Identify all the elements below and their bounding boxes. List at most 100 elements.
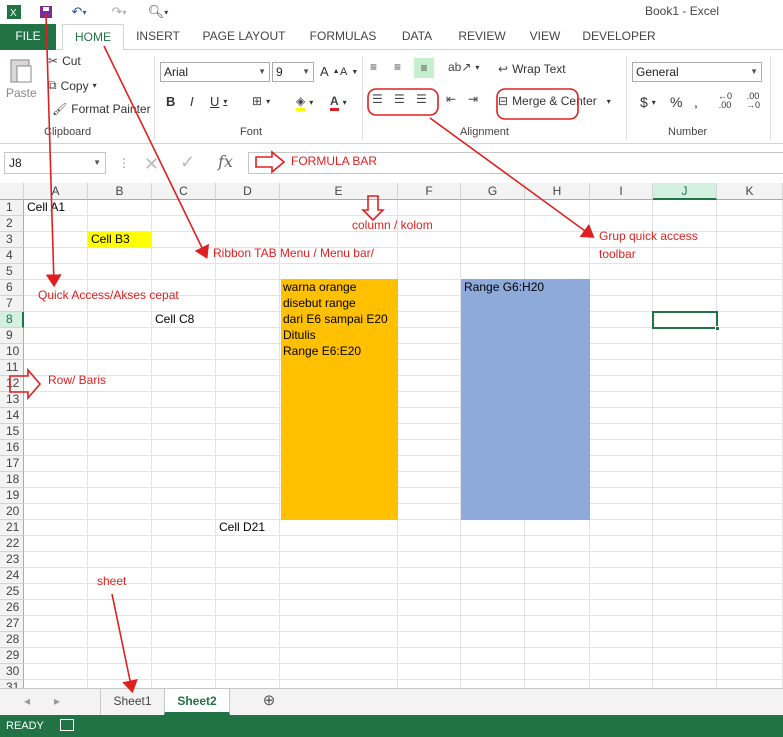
- cell-g6[interactable]: Range G6:H20: [462, 280, 544, 295]
- row-header-15[interactable]: 15: [0, 424, 24, 440]
- row-header-6[interactable]: 6: [0, 280, 24, 296]
- tab-insert[interactable]: INSERT: [130, 24, 186, 50]
- row-header-27[interactable]: 27: [0, 616, 24, 632]
- row-header-11[interactable]: 11: [0, 360, 24, 376]
- increase-font-button[interactable]: A ▲: [320, 64, 340, 79]
- align-right-button[interactable]: ☰: [416, 92, 427, 106]
- column-header-k[interactable]: K: [717, 183, 783, 200]
- decrease-font-button[interactable]: A ▼: [340, 66, 358, 78]
- borders-button[interactable]: ⊞ ▾: [252, 94, 270, 108]
- comma-button[interactable]: ,: [694, 94, 698, 110]
- increase-decimal-button[interactable]: ←0.00: [718, 92, 732, 110]
- row-header-22[interactable]: 22: [0, 536, 24, 552]
- row-header-12[interactable]: 12: [0, 376, 24, 392]
- row-header-10[interactable]: 10: [0, 344, 24, 360]
- row-header-19[interactable]: 19: [0, 488, 24, 504]
- row-header-30[interactable]: 30: [0, 664, 24, 680]
- row-header-18[interactable]: 18: [0, 472, 24, 488]
- undo-icon[interactable]: ↶ ▾: [64, 2, 94, 22]
- decrease-indent-button[interactable]: ⇤: [446, 92, 456, 106]
- tab-review[interactable]: REVIEW: [452, 24, 512, 50]
- font-color-button[interactable]: A ▾: [330, 94, 347, 111]
- active-cell-j8[interactable]: [652, 311, 718, 329]
- cell-e9[interactable]: Ditulis: [281, 328, 316, 343]
- align-left-button[interactable]: ☰: [372, 92, 383, 106]
- row-header-31[interactable]: 31: [0, 680, 24, 688]
- increase-indent-button[interactable]: ⇥: [468, 92, 478, 106]
- decrease-decimal-button[interactable]: .00 →0: [746, 92, 760, 110]
- paste-button[interactable]: Paste: [6, 56, 37, 100]
- row-header-26[interactable]: 26: [0, 600, 24, 616]
- row-header-9[interactable]: 9: [0, 328, 24, 344]
- column-header-a[interactable]: A: [24, 183, 88, 200]
- font-name-combo[interactable]: Arial ▼: [160, 62, 270, 82]
- row-header-29[interactable]: 29: [0, 648, 24, 664]
- row-header-8[interactable]: 8: [0, 312, 24, 328]
- tab-data[interactable]: DATA: [394, 24, 440, 50]
- tab-page-layout[interactable]: PAGE LAYOUT: [198, 24, 290, 50]
- row-header-21[interactable]: 21: [0, 520, 24, 536]
- top-align-button[interactable]: ≡: [370, 60, 377, 74]
- row-header-16[interactable]: 16: [0, 440, 24, 456]
- row-header-24[interactable]: 24: [0, 568, 24, 584]
- bold-button[interactable]: B: [166, 94, 175, 109]
- column-header-j[interactable]: J: [653, 183, 717, 200]
- redo-icon[interactable]: ↷ ▾: [104, 2, 134, 22]
- fill-color-button[interactable]: ◈ ▾: [296, 94, 313, 111]
- row-header-4[interactable]: 4: [0, 248, 24, 264]
- tab-file[interactable]: FILE: [0, 24, 56, 50]
- column-header-b[interactable]: B: [88, 183, 152, 200]
- fill-handle[interactable]: [715, 326, 720, 331]
- row-header-25[interactable]: 25: [0, 584, 24, 600]
- number-format-combo[interactable]: General ▼: [632, 62, 762, 82]
- cell-b3[interactable]: Cell B3: [89, 232, 130, 247]
- column-header-f[interactable]: F: [398, 183, 461, 200]
- sheet-tab-sheet1[interactable]: Sheet1: [100, 689, 164, 715]
- insert-function-icon[interactable]: fx: [218, 152, 233, 171]
- cell-a1[interactable]: Cell A1: [25, 200, 65, 215]
- row-header-20[interactable]: 20: [0, 504, 24, 520]
- row-header-1[interactable]: 1: [0, 200, 24, 216]
- copy-button[interactable]: ⧉ Copy ▾: [48, 78, 97, 93]
- name-box[interactable]: J8 ▼: [4, 152, 106, 174]
- column-header-g[interactable]: G: [461, 183, 525, 200]
- row-header-3[interactable]: 3: [0, 232, 24, 248]
- worksheet-grid[interactable]: ABCDEFGHIJK 1 2 3 4 5 6 7 8 9 10 11 12 13 14 15 16 17 18 1…: [0, 183, 783, 688]
- underline-button[interactable]: U ▾: [210, 94, 227, 109]
- merge-center-button[interactable]: ⊟ Merge & Center ▾: [498, 94, 611, 108]
- tab-formulas[interactable]: FORMULAS: [304, 24, 382, 50]
- wrap-text-button[interactable]: ↩ Wrap Text: [498, 62, 566, 76]
- italic-button[interactable]: I: [190, 94, 194, 109]
- align-center-button[interactable]: ☰: [394, 92, 405, 106]
- row-header-2[interactable]: 2: [0, 216, 24, 232]
- tab-developer[interactable]: DEVELOPER: [578, 24, 660, 50]
- middle-align-button[interactable]: ≡: [394, 60, 401, 74]
- column-header-c[interactable]: C: [152, 183, 216, 200]
- macro-record-icon[interactable]: [60, 719, 74, 731]
- scroll-right-icon[interactable]: ▸: [50, 689, 64, 715]
- print-preview-icon[interactable]: 🔍︎ ▾: [144, 2, 172, 22]
- font-size-combo[interactable]: 9 ▼: [272, 62, 314, 82]
- bottom-align-button[interactable]: ≡: [414, 58, 434, 78]
- row-header-13[interactable]: 13: [0, 392, 24, 408]
- cell-e10[interactable]: Range E6:E20: [281, 344, 361, 359]
- column-header-h[interactable]: H: [525, 183, 590, 200]
- scroll-left-icon[interactable]: ◂: [20, 689, 34, 715]
- currency-button[interactable]: $ ▾: [640, 94, 656, 110]
- add-sheet-icon[interactable]: ⊕: [258, 689, 280, 715]
- enter-icon[interactable]: ✓: [180, 152, 195, 173]
- tab-view[interactable]: VIEW: [524, 24, 566, 50]
- row-header-28[interactable]: 28: [0, 632, 24, 648]
- cell-c8[interactable]: Cell C8: [153, 312, 194, 327]
- cut-button[interactable]: ✂ Cut: [48, 54, 81, 68]
- tab-home[interactable]: HOME: [62, 24, 124, 51]
- format-painter-button[interactable]: 🖌︎ Format Painter: [52, 102, 151, 116]
- column-header-i[interactable]: I: [590, 183, 653, 200]
- column-header-d[interactable]: D: [216, 183, 280, 200]
- cell-e8[interactable]: dari E6 sampai E20: [281, 312, 388, 327]
- row-header-14[interactable]: 14: [0, 408, 24, 424]
- row-header-7[interactable]: 7: [0, 296, 24, 312]
- select-all-corner[interactable]: [0, 183, 24, 200]
- cell-e6[interactable]: warna orange: [281, 280, 356, 295]
- percent-button[interactable]: %: [670, 94, 682, 110]
